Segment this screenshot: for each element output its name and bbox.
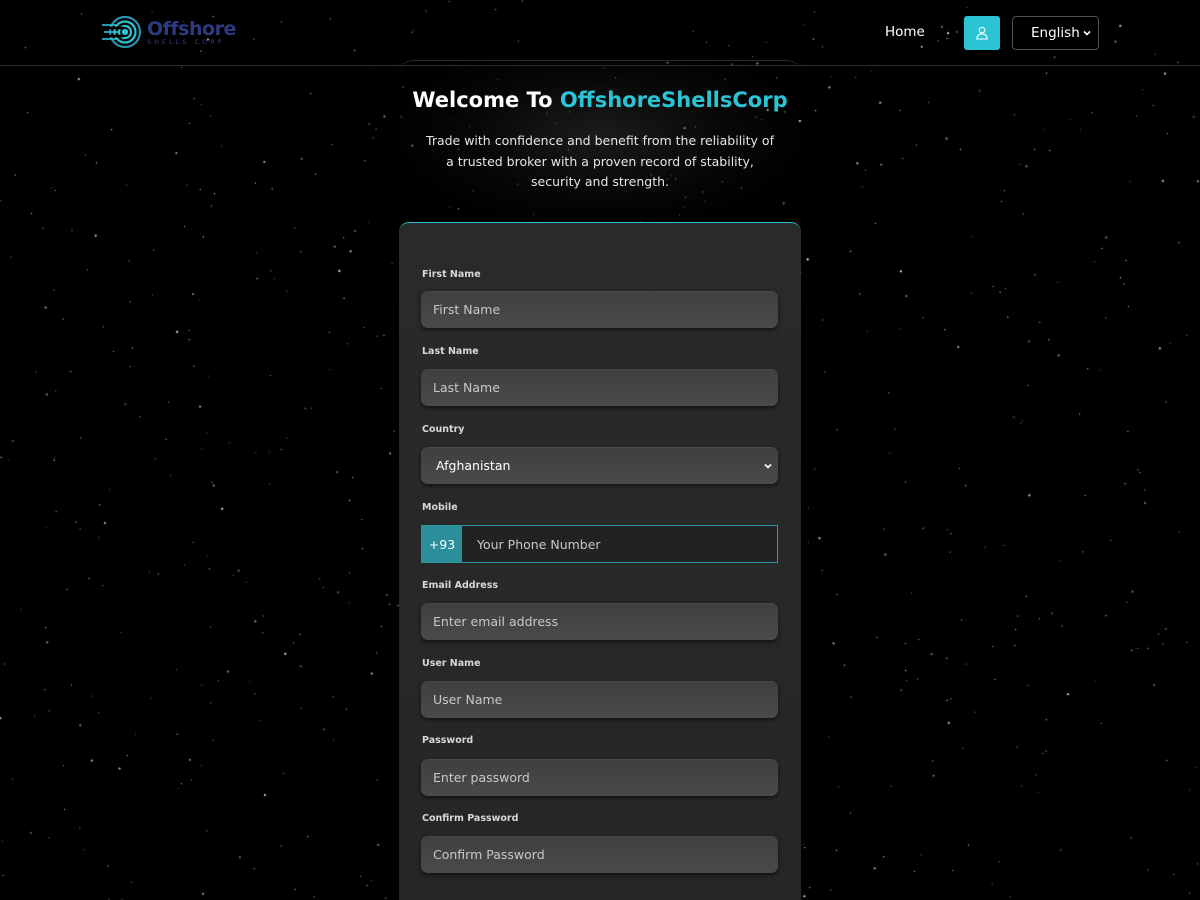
account-button[interactable] [964,16,1000,50]
mobile-placeholder: Your Phone Number [477,536,601,552]
hero-description: Trade with confidence and benefit from t… [426,133,774,189]
page-title: Welcome To OffshoreShellsCorp [399,88,801,112]
last-name-input[interactable]: Last Name [421,369,778,406]
email-input[interactable]: Enter email address [421,603,778,640]
password-placeholder: Enter password [433,770,530,785]
country-value: Afghanistan [436,458,511,473]
dial-code: +93 [422,526,462,562]
email-label: Email Address [422,580,499,591]
country-label: Country [422,424,465,435]
mobile-input[interactable]: Your Phone Number [462,526,777,562]
language-value: English [1031,25,1080,41]
first-name-input[interactable]: First Name [421,291,778,328]
first-name-placeholder: First Name [433,302,501,317]
username-placeholder: User Name [433,692,503,707]
last-name-placeholder: Last Name [433,380,500,395]
chevron-down-icon [764,463,772,469]
password-label: Password [422,735,474,746]
logo-subtitle: SHELLS CORP [147,38,225,46]
confirm-password-input[interactable]: Confirm Password [421,836,778,873]
logo-wordmark: Offshore [147,18,236,40]
mobile-label: Mobile [422,502,458,513]
username-label: User Name [422,658,481,669]
confirm-password-placeholder: Confirm Password [433,847,545,862]
site-logo[interactable]: Offshore SHELLS CORP [100,14,240,50]
password-input[interactable]: Enter password [421,759,778,796]
language-select[interactable]: English [1012,16,1099,50]
top-navbar: Offshore SHELLS CORP Home English [0,0,1200,66]
title-prefix: Welcome To [412,88,560,112]
chevron-down-icon [1083,30,1091,36]
nav-home-link[interactable]: Home [885,24,925,40]
confirm-password-label: Confirm Password [422,813,519,824]
first-name-label: First Name [422,269,481,280]
user-icon [976,26,988,40]
email-placeholder: Enter email address [433,614,559,629]
username-input[interactable]: User Name [421,681,778,718]
title-brand: OffshoreShellsCorp [559,88,788,112]
mobile-input-group: +93 Your Phone Number [421,525,778,563]
logo-swirl-icon [100,15,142,49]
country-select[interactable]: Afghanistan [421,447,778,484]
last-name-label: Last Name [422,346,479,357]
